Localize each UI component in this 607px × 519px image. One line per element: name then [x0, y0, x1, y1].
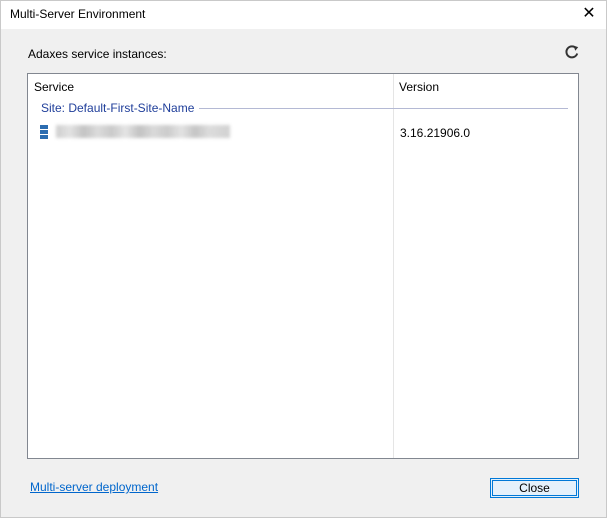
service-instances-list[interactable]: Service Version Site: Default-First-Site… — [27, 73, 579, 459]
title-bar[interactable]: Multi-Server Environment ✕ — [1, 1, 606, 29]
server-icon — [40, 125, 48, 139]
dialog-window: Multi-Server Environment ✕ Adaxes servic… — [0, 0, 607, 518]
column-header-version[interactable]: Version — [399, 80, 439, 94]
service-row[interactable]: 3.16.21906.0 — [38, 123, 568, 141]
column-header-service[interactable]: Service — [34, 80, 74, 94]
close-icon[interactable]: ✕ — [572, 1, 606, 29]
site-group-label: Site: Default-First-Site-Name — [41, 101, 200, 115]
service-instances-label: Adaxes service instances: — [28, 47, 167, 61]
service-name-redacted — [56, 125, 230, 138]
refresh-icon[interactable] — [563, 43, 581, 61]
service-version: 3.16.21906.0 — [400, 126, 471, 140]
multi-server-deployment-link[interactable]: Multi-server deployment — [30, 480, 158, 494]
site-group-header[interactable]: Site: Default-First-Site-Name — [41, 101, 568, 117]
close-button[interactable]: Close — [490, 478, 579, 498]
window-title: Multi-Server Environment — [10, 7, 146, 21]
